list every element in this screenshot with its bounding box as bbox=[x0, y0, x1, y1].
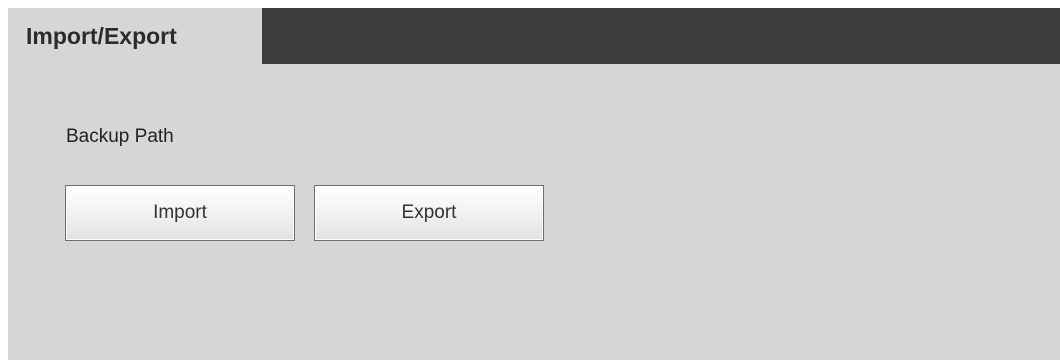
tab-import-export[interactable]: Import/Export bbox=[8, 8, 262, 64]
tab-bar: Import/Export bbox=[8, 8, 1060, 64]
export-button-label: Export bbox=[401, 202, 457, 223]
export-button[interactable]: Export bbox=[314, 185, 544, 241]
import-export-panel: Import/Export Backup Path Import Export bbox=[8, 8, 1060, 360]
import-button-label: Import bbox=[153, 202, 207, 223]
import-button[interactable]: Import bbox=[65, 185, 295, 241]
tab-import-export-label: Import/Export bbox=[26, 22, 177, 49]
backup-path-label: Backup Path bbox=[66, 126, 174, 147]
